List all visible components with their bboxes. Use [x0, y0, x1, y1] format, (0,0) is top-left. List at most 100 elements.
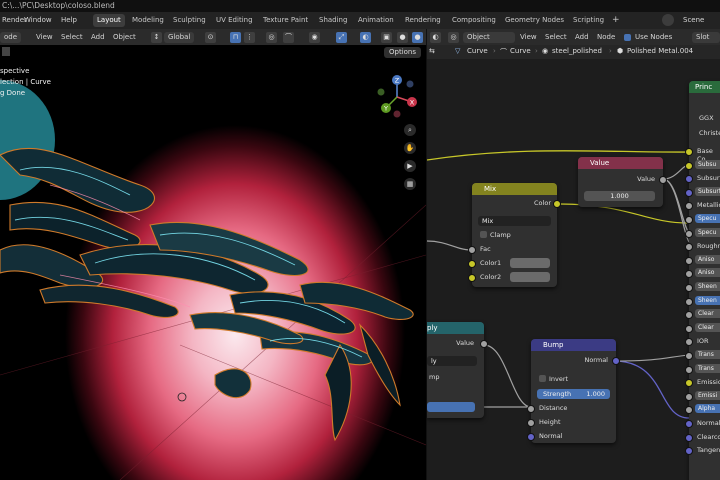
material-slot-dropdown[interactable]: Slot 1: [692, 32, 720, 52]
mix-color2-swatch[interactable]: [510, 272, 550, 282]
principled-input-socket[interactable]: [685, 161, 693, 170]
workspace-tab-animation[interactable]: Animation: [354, 14, 398, 27]
snap-icon[interactable]: ⊓: [230, 32, 241, 43]
partial-node-field[interactable]: [427, 402, 475, 412]
principled-input-socket[interactable]: [685, 229, 693, 238]
principled-input-label[interactable]: Alpha: [695, 404, 720, 414]
workspace-tab-compositing[interactable]: Compositing: [448, 14, 500, 27]
mix-node-header[interactable]: Mix: [472, 183, 557, 195]
shader-type-dropdown[interactable]: Object: [463, 32, 515, 43]
principled-bsdf-node[interactable]: Princ GGX Christe Base CoSubsuSubsurfSub…: [685, 81, 720, 480]
transform-orientation-icon[interactable]: ↕: [151, 32, 162, 43]
mix-color2-socket[interactable]: [468, 274, 476, 282]
principled-distribution-dropdown[interactable]: GGX: [699, 114, 714, 122]
mix-clamp-checkbox[interactable]: [480, 231, 487, 238]
principled-input-label[interactable]: Sheen: [695, 282, 720, 291]
principled-input-socket[interactable]: [685, 433, 693, 442]
principled-input-label[interactable]: Emissi: [695, 390, 720, 400]
node-menu-view[interactable]: View: [520, 32, 537, 43]
principled-input-label[interactable]: Clear: [695, 309, 720, 319]
viewport-menu-object[interactable]: Object: [113, 32, 136, 43]
workspace-tab-layout[interactable]: Layout: [93, 14, 125, 27]
principled-input-socket[interactable]: [685, 256, 693, 265]
principled-input-socket[interactable]: [685, 243, 693, 252]
node-menu-node[interactable]: Node: [597, 32, 615, 43]
principled-input-socket[interactable]: [685, 365, 693, 374]
bump-normal-socket[interactable]: [527, 433, 535, 441]
shader-type-icon[interactable]: ◎: [448, 32, 459, 43]
grid-perspective-icon[interactable]: ▦: [404, 178, 416, 190]
principled-input-socket[interactable]: [685, 297, 693, 306]
interaction-mode-dropdown[interactable]: ode: [0, 32, 22, 43]
camera-icon[interactable]: ▶: [404, 160, 416, 172]
proportional-editing-icon[interactable]: ◎: [266, 32, 277, 43]
partial-node-dropdown[interactable]: ly: [427, 356, 477, 366]
principled-input-socket[interactable]: [685, 338, 693, 347]
3d-viewport[interactable]: Options spective lection | Curve g Done …: [0, 45, 426, 480]
principled-input-label[interactable]: Specu: [695, 214, 720, 223]
bump-height-socket[interactable]: [527, 419, 535, 427]
principled-input-socket[interactable]: [685, 406, 693, 415]
principled-input-socket[interactable]: [685, 420, 693, 428]
gizmo-toggle-icon[interactable]: ⤢: [336, 32, 347, 43]
principled-input-label[interactable]: Aniso: [695, 268, 720, 278]
node-menu-add[interactable]: Add: [575, 32, 589, 43]
principled-input-socket[interactable]: [685, 324, 693, 333]
bump-node[interactable]: Bump Normal Invert Strength 1.000 Distan…: [527, 339, 620, 443]
principled-input-label[interactable]: Sheen: [695, 295, 720, 305]
mix-output-color-socket[interactable]: [553, 200, 561, 208]
snap-target-icon[interactable]: ⋮: [244, 32, 255, 43]
value-node-header[interactable]: Value: [578, 157, 663, 169]
menu-help[interactable]: Help: [61, 16, 77, 24]
principled-input-socket[interactable]: [685, 392, 693, 401]
overlay-toggle-icon[interactable]: ◐: [360, 32, 371, 43]
editor-type-icon[interactable]: ◐: [430, 32, 441, 43]
mix-color1-swatch[interactable]: [510, 258, 550, 268]
use-nodes-checkbox[interactable]: [624, 34, 631, 41]
partial-node-header[interactable]: ply: [427, 322, 484, 334]
transform-orientation-dropdown[interactable]: Global: [164, 32, 195, 43]
value-amount-field[interactable]: 1.000: [584, 191, 655, 201]
scene-icon[interactable]: [662, 14, 674, 26]
mix-color1-socket[interactable]: [468, 260, 476, 268]
principled-input-socket[interactable]: [685, 216, 693, 224]
mix-fac-socket[interactable]: [468, 246, 476, 254]
principled-input-socket[interactable]: [685, 447, 693, 456]
viewport-menu-select[interactable]: Select: [61, 32, 83, 43]
workspace-tab-scripting[interactable]: Scripting: [569, 14, 608, 27]
workspace-tab-uv-editing[interactable]: UV Editing: [212, 14, 257, 27]
bump-distance-socket[interactable]: [527, 405, 535, 413]
bump-output-normal-socket[interactable]: [612, 357, 620, 365]
principled-input-label[interactable]: Subsu: [695, 159, 720, 169]
workspace-tab-sculpting[interactable]: Sculpting: [169, 14, 210, 27]
workspace-tab-texture-paint[interactable]: Texture Paint: [259, 14, 312, 27]
principled-input-socket[interactable]: [685, 148, 693, 156]
principled-input-label[interactable]: Aniso: [695, 254, 720, 264]
principled-input-socket[interactable]: [685, 284, 693, 292]
node-menu-select[interactable]: Select: [545, 32, 567, 43]
workspace-tab-shading[interactable]: Shading: [315, 14, 351, 27]
shading-solid-icon[interactable]: ●: [397, 32, 408, 43]
menu-window[interactable]: Window: [24, 16, 52, 24]
partial-node-output-socket[interactable]: [480, 340, 488, 348]
xray-icon[interactable]: ▣: [381, 32, 392, 43]
viewport-menu-add[interactable]: Add: [91, 32, 105, 43]
principled-subsurface-method-dropdown[interactable]: Christe: [699, 129, 720, 137]
principled-input-label[interactable]: Subsurf: [695, 186, 720, 196]
principled-input-socket[interactable]: [685, 379, 693, 388]
bump-node-header[interactable]: Bump: [531, 339, 616, 351]
workspace-tab-geometry-nodes[interactable]: Geometry Nodes: [501, 14, 568, 27]
pivot-point-icon[interactable]: ⊙: [205, 32, 216, 43]
workspace-tab-modeling[interactable]: Modeling: [128, 14, 168, 27]
bump-strength-field[interactable]: Strength 1.000: [537, 389, 610, 399]
falloff-icon[interactable]: ⌒: [283, 32, 294, 43]
navigation-gizmo[interactable]: Z X Y: [372, 72, 422, 122]
value-node[interactable]: Value Value 1.000: [578, 157, 667, 207]
principled-input-socket[interactable]: [685, 188, 693, 197]
viewport-options-dropdown[interactable]: Options: [384, 47, 422, 58]
toolbar-toggle-icon[interactable]: [2, 47, 10, 56]
pan-hand-icon[interactable]: ✋: [404, 142, 416, 154]
principled-input-socket[interactable]: [685, 175, 693, 184]
bump-invert-checkbox[interactable]: [539, 375, 546, 382]
mix-node[interactable]: Mix Color Mix Clamp Fac Color1 Color2: [468, 183, 561, 287]
